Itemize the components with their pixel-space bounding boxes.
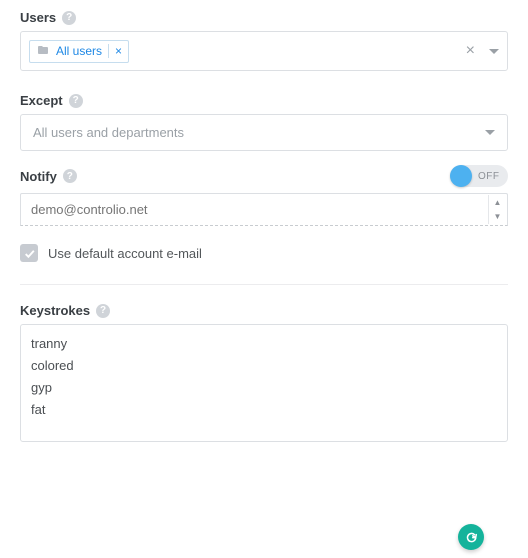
spinner-up[interactable]: ▲ xyxy=(489,195,506,210)
keystrokes-line: tranny xyxy=(31,333,497,355)
clear-icon[interactable]: × xyxy=(466,42,475,60)
users-label: Users xyxy=(20,10,56,25)
keystrokes-label: Keystrokes xyxy=(20,303,90,318)
notify-toggle[interactable]: OFF xyxy=(450,165,508,187)
spinner-down[interactable]: ▼ xyxy=(489,210,506,225)
keystrokes-line: gyp xyxy=(31,377,497,399)
grammarly-icon[interactable] xyxy=(458,524,484,550)
use-default-email-checkbox[interactable] xyxy=(20,244,38,262)
users-tag: All users × xyxy=(29,40,129,63)
except-select[interactable]: All users and departments xyxy=(20,114,508,151)
help-icon[interactable]: ? xyxy=(69,94,83,108)
spinner: ▲ ▼ xyxy=(488,195,506,224)
help-icon[interactable]: ? xyxy=(96,304,110,318)
help-icon[interactable]: ? xyxy=(62,11,76,25)
users-multiselect[interactable]: All users × × xyxy=(20,31,508,71)
chevron-down-icon[interactable] xyxy=(489,49,499,54)
toggle-knob xyxy=(450,165,472,187)
help-icon[interactable]: ? xyxy=(63,169,77,183)
section-divider xyxy=(20,284,508,285)
keystrokes-textarea[interactable]: tranny colored gyp fat xyxy=(20,324,508,442)
users-tag-label: All users xyxy=(56,44,102,58)
use-default-email-label: Use default account e-mail xyxy=(48,246,202,261)
keystrokes-line: colored xyxy=(31,355,497,377)
toggle-state: OFF xyxy=(478,171,500,182)
notify-email-input[interactable] xyxy=(20,193,508,226)
notify-label: Notify xyxy=(20,169,57,184)
users-tag-remove[interactable]: × xyxy=(108,44,122,58)
chevron-down-icon xyxy=(485,130,495,135)
except-placeholder: All users and departments xyxy=(33,125,184,140)
keystrokes-line: fat xyxy=(31,399,497,421)
except-label: Except xyxy=(20,93,63,108)
folder-icon xyxy=(36,44,50,59)
